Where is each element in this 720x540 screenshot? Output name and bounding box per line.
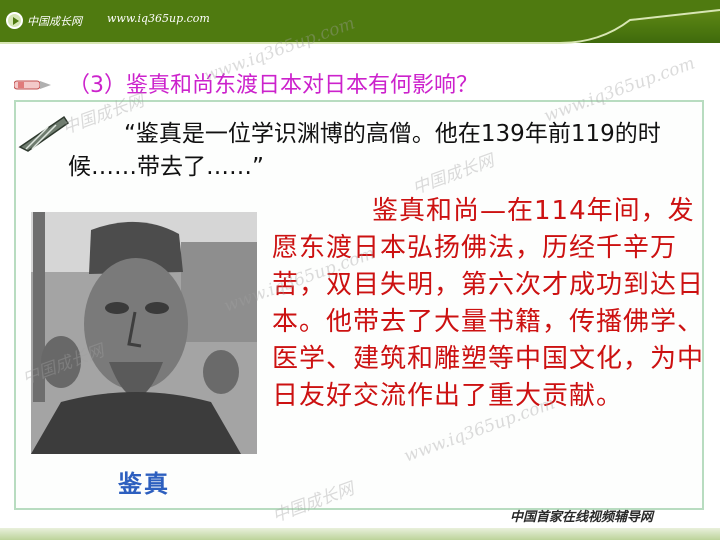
bottom-strip bbox=[0, 528, 720, 540]
question-heading: （3）鉴真和尚东渡日本对日本有何影响？ bbox=[68, 73, 478, 98]
photo-caption: 鉴真 bbox=[118, 470, 170, 498]
footer-slogan: 中国首家在线视频辅导网 bbox=[510, 510, 654, 525]
banner-curve bbox=[0, 0, 720, 44]
quill-pen-icon bbox=[18, 115, 70, 152]
site-url[interactable]: www.iq365up.com bbox=[107, 12, 210, 25]
body-text: 鉴真和尚—在114年间，发愿东渡日本弘扬佛法，历经千辛万苦，双目失明，第六次才成… bbox=[272, 196, 705, 411]
quote-text: “鉴真是一位学识渊博的高僧。他在139年前119的时候……带去了……” bbox=[68, 121, 661, 180]
logo-icon bbox=[6, 12, 23, 29]
brand-name: 中国成长网 bbox=[27, 15, 82, 28]
jianzhen-statue-photo bbox=[31, 212, 257, 454]
pencil-bullet-icon bbox=[14, 80, 51, 90]
